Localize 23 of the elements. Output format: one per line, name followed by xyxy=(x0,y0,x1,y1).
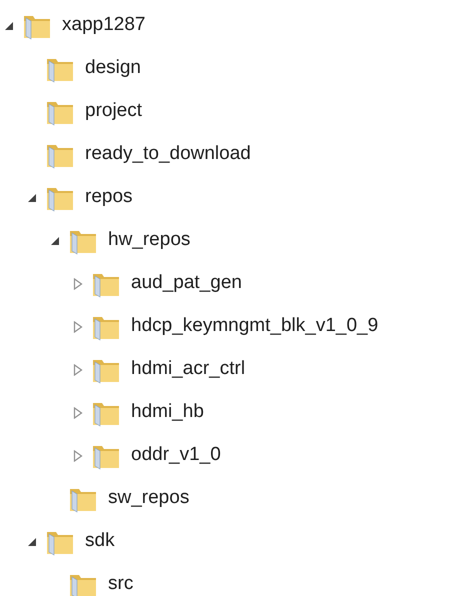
folder-label[interactable]: sdk xyxy=(85,527,115,556)
folder-label[interactable]: hdmi_hb xyxy=(131,398,204,427)
folder-label[interactable]: hdmi_acr_ctrl xyxy=(131,355,246,384)
folder-label[interactable]: project xyxy=(85,97,142,126)
collapse-arrow-icon[interactable] xyxy=(4,20,14,30)
collapse-arrow-icon[interactable] xyxy=(50,236,60,246)
folder-label[interactable]: oddr_v1_0 xyxy=(131,441,221,470)
expand-arrow-icon[interactable] xyxy=(73,278,83,290)
folder-label[interactable]: xapp1287 xyxy=(62,11,146,40)
folder-label[interactable]: repos xyxy=(85,183,133,212)
folder-label[interactable]: hw_repos xyxy=(108,226,190,255)
folder-label[interactable]: hdcp_keymngmt_blk_v1_0_9 xyxy=(131,312,378,341)
folder-label[interactable]: design xyxy=(85,54,141,83)
collapse-arrow-icon[interactable] xyxy=(27,192,37,202)
folder-label[interactable]: ready_to_download xyxy=(85,140,251,169)
expand-arrow-icon[interactable] xyxy=(73,364,83,376)
folder-label[interactable]: aud_pat_gen xyxy=(131,269,242,298)
folder-label[interactable]: sw_repos xyxy=(108,484,190,513)
collapse-arrow-icon[interactable] xyxy=(27,536,37,546)
folder-label[interactable]: src xyxy=(108,570,134,596)
expand-arrow-icon[interactable] xyxy=(73,450,83,462)
expand-arrow-icon[interactable] xyxy=(73,406,83,418)
expand-arrow-icon[interactable] xyxy=(73,320,83,332)
